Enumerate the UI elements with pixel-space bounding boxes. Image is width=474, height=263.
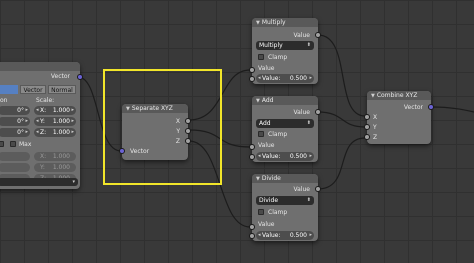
location-label: on [0,97,8,104]
combine-xyz-node[interactable]: ▼ Combine XYZ Vector X Y Z [364,91,434,144]
min-x-field[interactable] [0,152,30,161]
vector-type-button-partial[interactable] [0,85,18,94]
output-vector-socket[interactable] [428,104,434,110]
output-value-socket[interactable] [315,186,321,192]
selection-highlight-box [103,69,222,185]
output-vector-socket[interactable] [77,74,83,80]
min-checkbox[interactable] [0,141,4,147]
node-header[interactable] [0,62,80,71]
max-checkbox[interactable] [10,141,16,147]
node-header[interactable]: ▼ Multiply [252,18,318,27]
node-title: Multiply [261,19,286,26]
min-y-field[interactable] [0,163,30,172]
rotation-z-field[interactable]: 0° ▸ [0,128,30,137]
input-value2-socket[interactable] [249,154,255,160]
input-value-label: Value [258,142,275,149]
output-value-label: Value [293,32,310,39]
rotation-y-field[interactable]: 0° ▸ [0,117,30,126]
vector-type-button[interactable]: Vector [20,85,46,94]
value-field[interactable]: ◂ Value: 0.500 ▸ [256,74,314,83]
input-x-socket[interactable] [364,114,370,120]
input-value-socket[interactable] [249,144,255,150]
input-value-label: Value [258,65,275,72]
scale-y-field[interactable]: ◂ Y: 1.000 ▸ [34,117,76,126]
input-value-socket[interactable] [249,224,255,230]
value-field[interactable]: ◂ Value: 0.500 ▸ [256,152,314,161]
output-value-socket[interactable] [315,109,321,115]
clamp-label: Clamp [268,54,288,61]
input-value-label: Value [258,221,275,228]
output-vector-label: Vector [50,73,70,80]
scale-label: Scale: [36,97,55,104]
texture-mapping-node[interactable]: Vector Vector Normal on Scale: 0° ▸ 0° ▸ 0… [0,62,83,189]
link-combine-out [431,106,474,113]
output-value-socket[interactable] [315,32,321,38]
operation-dropdown[interactable]: Add ⬍ [256,119,314,128]
node-title: Combine XYZ [376,92,418,99]
chevron-down-icon: ⬍ [306,197,311,203]
input-value2-socket[interactable] [249,76,255,82]
scale-x-field[interactable]: ◂ X: 1.000 ▸ [34,106,76,115]
output-vector-label: Vector [403,104,423,111]
collapse-triangle-icon[interactable]: ▼ [371,93,375,99]
clamp-checkbox[interactable] [258,54,264,60]
operation-dropdown[interactable]: Divide ⬍ [256,196,314,205]
input-x-label: X [373,114,378,121]
input-z-label: Z [373,134,378,141]
link-multiply-to-combine-x [317,34,366,117]
divide-node[interactable]: ▼ Divide Value Divide ⬍ Clamp Value ◂ Value… [249,174,321,241]
node-title: Add [261,97,274,104]
node-title: Divide [261,175,281,182]
multiply-node[interactable]: ▼ Multiply Value Multiply ⬍ Clamp Value ◂ V… [249,18,321,84]
link-divide-to-combine-z [317,137,366,190]
output-value-label: Value [293,109,310,116]
input-y-socket[interactable] [364,124,370,130]
node-header[interactable]: ▼ Combine XYZ [367,91,431,100]
collapse-triangle-icon[interactable]: ▼ [256,176,260,182]
add-node[interactable]: ▼ Add Value Add ⬍ Clamp Value ◂ Value: 0.500… [249,96,321,162]
chevron-down-icon: ▾ [72,179,75,185]
clamp-label: Clamp [268,131,288,138]
input-value-socket[interactable] [249,67,255,73]
max-y-field[interactable]: Y: 1.000 [34,163,76,172]
operation-dropdown[interactable]: Multiply ⬍ [256,41,314,50]
collapse-triangle-icon[interactable]: ▼ [256,20,260,26]
clamp-checkbox[interactable] [258,131,264,137]
node-header[interactable]: ▼ Divide [252,174,318,183]
chevron-down-icon: ⬍ [306,42,311,48]
output-value-label: Value [293,186,310,193]
scale-z-field[interactable]: ◂ Z: 1.000 ▸ [34,128,76,137]
collapse-triangle-icon[interactable]: ▼ [256,98,260,104]
clamp-checkbox[interactable] [258,209,264,215]
input-z-socket[interactable] [364,134,370,140]
input-value2-socket[interactable] [249,233,255,239]
rotation-x-field[interactable]: 0° ▸ [0,106,30,115]
normal-type-button[interactable]: Normal [48,85,76,94]
clamp-label: Clamp [268,209,288,216]
max-x-field[interactable]: X: 1.000 [34,152,76,161]
value-field[interactable]: ◂ Value: 0.500 ▸ [256,231,314,240]
left-node-dropdown[interactable]: ▾ [0,178,78,186]
node-header[interactable]: ▼ Add [252,96,318,105]
chevron-down-icon: ⬍ [306,120,311,126]
max-label: Max [19,141,32,148]
input-y-label: Y [373,124,377,131]
